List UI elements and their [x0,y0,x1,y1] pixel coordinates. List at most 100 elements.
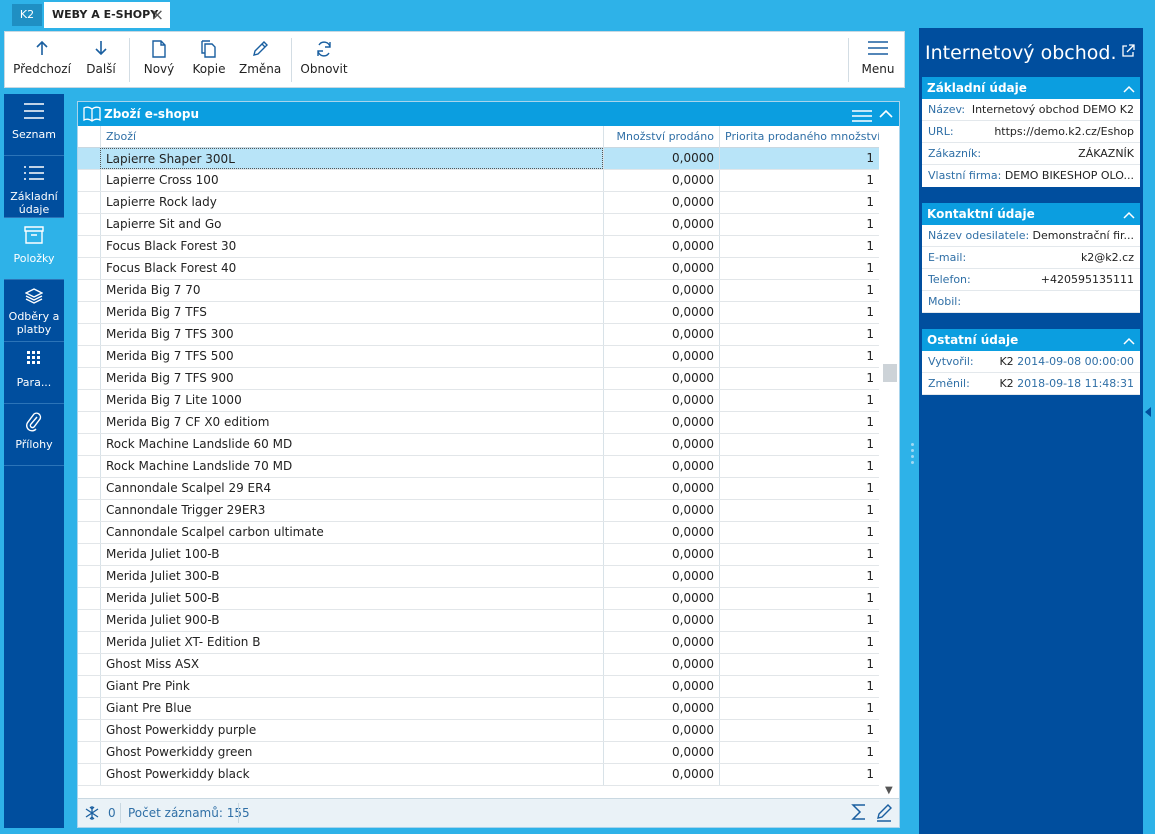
table-row[interactable]: Focus Black Forest 40 0,0000 1 [78,258,879,280]
scrollbar-thumb[interactable] [883,364,897,382]
cell-mnozstvi-prodano: 0,0000 [603,148,719,169]
cell-priorita: 1 [719,698,879,719]
section-header[interactable]: Základní údaje [922,77,1140,99]
new-document-icon [139,32,179,62]
table-row[interactable]: Ghost Miss ASX 0,0000 1 [78,654,879,676]
table-row[interactable]: Ghost Powerkiddy purple 0,0000 1 [78,720,879,742]
cell-zbozi: Ghost Powerkiddy black [100,764,603,785]
table-row[interactable]: Merida Juliet 500-B 0,0000 1 [78,588,879,610]
nav-item-seznam[interactable]: Seznam [4,94,64,156]
table-row[interactable]: Merida Juliet 100-B 0,0000 1 [78,544,879,566]
menu-button[interactable]: Menu [857,32,899,87]
table-row[interactable]: Merida Juliet 900-B 0,0000 1 [78,610,879,632]
next-button[interactable]: Další [81,32,121,87]
tab-weby-a-eshopy[interactable]: WEBY A E-SHOPY × [44,2,170,28]
table-row[interactable]: Giant Pre Blue 0,0000 1 [78,698,879,720]
cell-zbozi: Merida Juliet 100-B [100,544,603,565]
column-header-zbozi[interactable]: Zboží [100,126,603,148]
change-button[interactable]: Změna [239,32,281,87]
table-row[interactable]: Ghost Powerkiddy green 0,0000 1 [78,742,879,764]
arrow-down-icon [81,32,121,62]
open-external-icon[interactable] [1121,44,1135,61]
arrow-up-icon [13,32,71,62]
table-row[interactable]: Merida Big 7 CF X0 editiom 0,0000 1 [78,412,879,434]
table-row[interactable]: Ghost Powerkiddy black 0,0000 1 [78,764,879,786]
column-header-priorita[interactable]: Priorita prodaného množství [719,126,879,148]
cell-mnozstvi-prodano: 0,0000 [603,412,719,433]
section-title: Kontaktní údaje [927,207,1035,221]
section-title: Ostatní údaje [927,333,1019,347]
cell-priorita: 1 [719,654,879,675]
section-header[interactable]: Kontaktní údaje [922,203,1140,225]
refresh-button[interactable]: Obnovit [299,32,349,87]
pencil-icon [239,32,281,62]
table-row[interactable]: Rock Machine Landslide 70 MD 0,0000 1 [78,456,879,478]
grid-rows: Lapierre Shaper 300L 0,0000 1 Lapierre Cros… [78,148,879,788]
collapse-arrow-icon[interactable] [1145,407,1151,417]
new-button[interactable]: Nový [139,32,179,87]
previous-button[interactable]: Předchozí [13,32,71,87]
copy-button[interactable]: Kopie [189,32,229,87]
cell-zbozi: Merida Big 7 TFS [100,302,603,323]
table-row[interactable]: Lapierre Cross 100 0,0000 1 [78,170,879,192]
hamburger-icon [857,32,899,62]
field-mobil: Mobil: [922,291,1140,313]
table-row[interactable]: Cannondale Scalpel carbon ultimate 0,0000… [78,522,879,544]
cell-zbozi: Giant Pre Blue [100,698,603,719]
section-title: Základní údaje [927,81,1027,95]
table-row[interactable]: Cannondale Scalpel 29 ER4 0,0000 1 [78,478,879,500]
k2-home-tab[interactable]: K2 [12,4,42,26]
panel-title: Zboží e-shopu [104,107,199,121]
section-header[interactable]: Ostatní údaje [922,329,1140,351]
panel-splitter[interactable] [908,28,918,834]
column-header-mnozstvi-prodano[interactable]: Množství prodáno [603,126,719,148]
cell-priorita: 1 [719,478,879,499]
grid-status-bar: 0 Počet záznamů: 155 [78,798,899,827]
nav-item-odbery-a-platby[interactable]: Odběry a platby [4,280,64,342]
table-row[interactable]: Cannondale Trigger 29ER3 0,0000 1 [78,500,879,522]
table-row[interactable]: Merida Juliet 300-B 0,0000 1 [78,566,879,588]
nav-item-zakladni-udaje[interactable]: Základní údaje [4,156,64,218]
pencil-icon[interactable] [875,804,893,825]
table-row[interactable]: Lapierre Shaper 300L 0,0000 1 [78,148,879,170]
table-row[interactable]: Lapierre Sit and Go 0,0000 1 [78,214,879,236]
table-row[interactable]: Merida Big 7 TFS 300 0,0000 1 [78,324,879,346]
section-kontaktni-udaje: Kontaktní údaje Název odesilatele: Demons… [922,203,1140,313]
cell-zbozi: Cannondale Scalpel carbon ultimate [100,522,603,543]
nav-item-polozky[interactable]: Položky [4,218,64,280]
table-row[interactable]: Rock Machine Landslide 60 MD 0,0000 1 [78,434,879,456]
cell-zbozi: Focus Black Forest 40 [100,258,603,279]
table-row[interactable]: Merida Big 7 Lite 1000 0,0000 1 [78,390,879,412]
table-row[interactable]: Merida Big 7 70 0,0000 1 [78,280,879,302]
table-row[interactable]: Merida Big 7 TFS 900 0,0000 1 [78,368,879,390]
nav-item-parametry[interactable]: Para... [4,342,64,404]
cell-zbozi: Lapierre Cross 100 [100,170,603,191]
cell-zbozi: Ghost Miss ASX [100,654,603,675]
cell-mnozstvi-prodano: 0,0000 [603,742,719,763]
table-row[interactable]: Merida Big 7 TFS 0,0000 1 [78,302,879,324]
refresh-icon [299,32,349,62]
vertical-scrollbar[interactable]: ▼ [881,126,899,798]
snowflake-icon[interactable] [84,805,100,824]
toolbar-separator [129,38,130,82]
field-vlastni-firma: Vlastní firma: DEMO BIKESHOP OLO... [928,169,1134,182]
table-row[interactable]: Focus Black Forest 30 0,0000 1 [78,236,879,258]
table-row[interactable]: Merida Juliet XT- Edition B 0,0000 1 [78,632,879,654]
nav-label: Seznam [12,128,56,141]
field-zakaznik: Zákazník: ZÁKAZNÍK [922,143,1140,165]
bullet-list-icon [4,156,64,190]
cell-priorita: 1 [719,434,879,455]
cell-priorita: 1 [719,236,879,257]
nav-item-prilohy[interactable]: Přílohy [4,404,64,466]
table-row[interactable]: Lapierre Rock lady 0,0000 1 [78,192,879,214]
field-zmenil: Změnil: K2 2018-09-18 11:48:31 [922,373,1140,395]
cell-mnozstvi-prodano: 0,0000 [603,698,719,719]
new-label: Nový [143,62,175,76]
sum-icon[interactable] [851,803,867,824]
table-row[interactable]: Merida Big 7 TFS 500 0,0000 1 [78,346,879,368]
close-icon[interactable]: × [151,2,164,28]
scroll-down-icon[interactable]: ▼ [885,785,893,796]
cell-priorita: 1 [719,720,879,741]
table-row[interactable]: Giant Pre Pink 0,0000 1 [78,676,879,698]
menu-label: Menu [861,62,895,76]
